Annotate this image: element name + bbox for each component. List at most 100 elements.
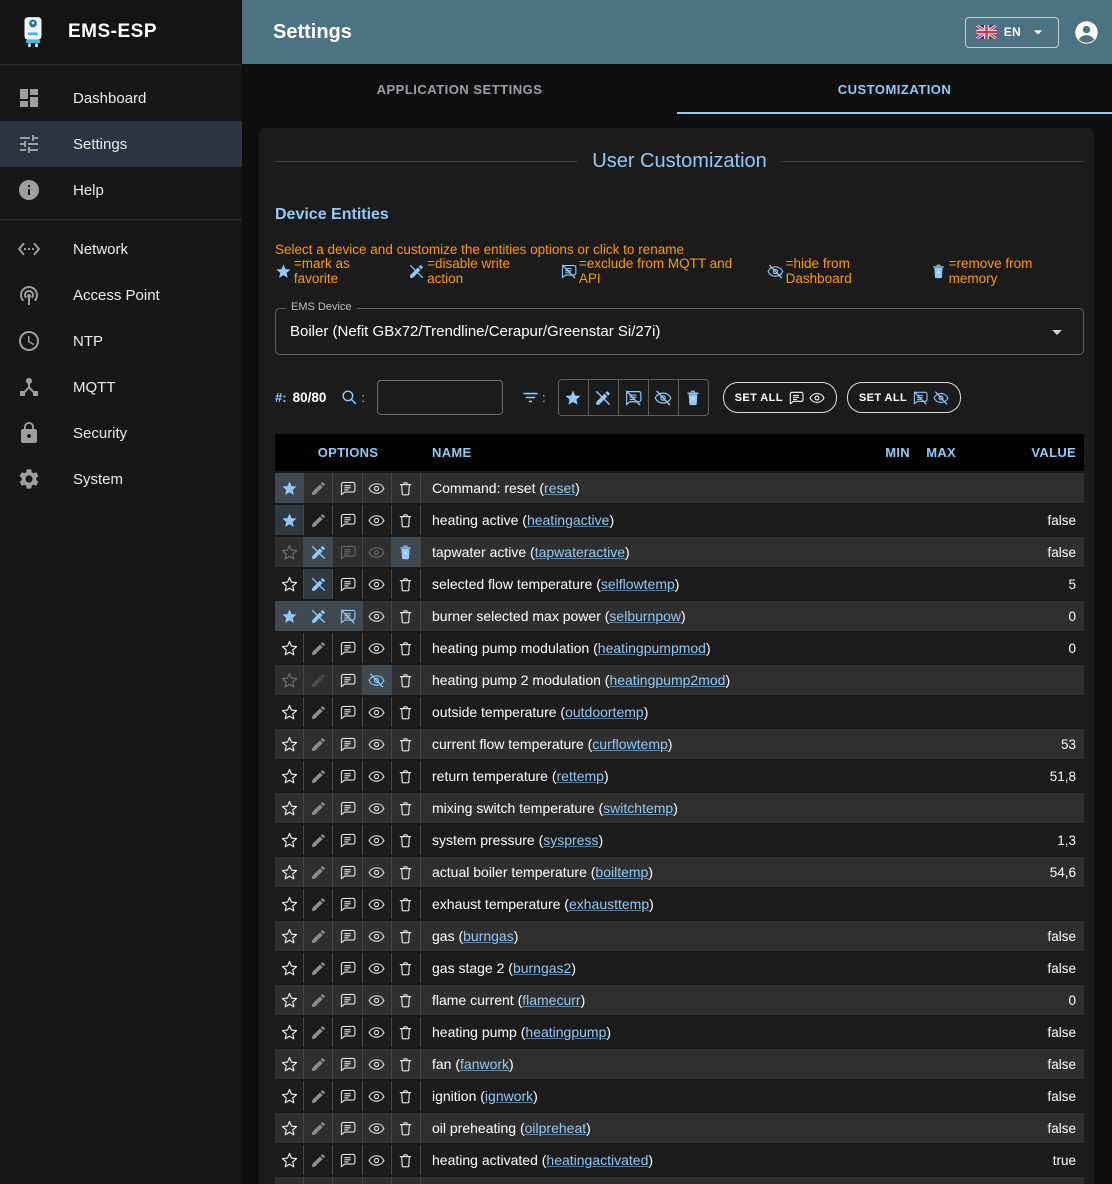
- eye-button[interactable]: [363, 761, 392, 791]
- sidebar-item-mqtt[interactable]: MQTT: [0, 364, 242, 410]
- comment-button[interactable]: [333, 633, 362, 663]
- entity-code-link[interactable]: tapwateractive: [535, 544, 625, 560]
- eye-button[interactable]: [363, 697, 392, 727]
- pencil-button[interactable]: [304, 921, 333, 951]
- comment-button[interactable]: [333, 985, 362, 1015]
- delete-button[interactable]: [392, 1017, 421, 1047]
- edit-off-button[interactable]: [304, 601, 333, 631]
- star-o-button[interactable]: [275, 985, 304, 1015]
- eye-button[interactable]: [363, 857, 392, 887]
- filter-star-toggle[interactable]: [559, 380, 589, 415]
- entity-code-link[interactable]: heatingactive: [527, 512, 610, 528]
- star-button[interactable]: [275, 473, 304, 503]
- star-o-button[interactable]: [275, 1049, 304, 1079]
- entity-code-link[interactable]: burngas2: [513, 960, 571, 976]
- edit-off-button[interactable]: [304, 569, 333, 599]
- star-o-button[interactable]: [275, 889, 304, 919]
- tab-application-settings[interactable]: APPLICATION SETTINGS: [242, 64, 677, 114]
- comment-off-button[interactable]: [333, 601, 362, 631]
- eye-button[interactable]: [363, 793, 392, 823]
- eye-button[interactable]: [363, 921, 392, 951]
- comment-button[interactable]: [333, 761, 362, 791]
- star-o-button[interactable]: [275, 697, 304, 727]
- entity-code-link[interactable]: selflowtemp: [601, 576, 675, 592]
- eye-button[interactable]: [363, 633, 392, 663]
- delete-button[interactable]: [392, 985, 421, 1015]
- comment-button[interactable]: [333, 889, 362, 919]
- comment-button[interactable]: [333, 569, 362, 599]
- delete-fill-button[interactable]: [392, 537, 421, 567]
- account-icon[interactable]: [1073, 19, 1100, 46]
- set-all-button-2[interactable]: SET ALL: [847, 382, 961, 413]
- star-o-button[interactable]: [275, 537, 304, 567]
- star-button[interactable]: [275, 601, 304, 631]
- delete-button[interactable]: [392, 569, 421, 599]
- sidebar-item-ntp[interactable]: NTP: [0, 318, 242, 364]
- delete-button[interactable]: [392, 473, 421, 503]
- comment-button[interactable]: [333, 729, 362, 759]
- sidebar-item-access-point[interactable]: Access Point: [0, 272, 242, 318]
- entity-code-link[interactable]: rettemp: [557, 768, 604, 784]
- comment-button[interactable]: [333, 1081, 362, 1111]
- comment-button[interactable]: [333, 1113, 362, 1143]
- pencil-button[interactable]: [304, 1113, 333, 1143]
- eye-button[interactable]: [363, 1081, 392, 1111]
- entity-code-link[interactable]: burngas: [463, 928, 514, 944]
- entity-code-link[interactable]: exhausttemp: [569, 896, 649, 912]
- entity-code-link[interactable]: ignwork: [485, 1088, 533, 1104]
- pencil-button[interactable]: [304, 793, 333, 823]
- entity-code-link[interactable]: selburnpow: [609, 608, 681, 624]
- eye-button[interactable]: [363, 1113, 392, 1143]
- edit-off-button[interactable]: [304, 537, 333, 567]
- eye-button[interactable]: [363, 537, 392, 567]
- delete-button[interactable]: [392, 601, 421, 631]
- entity-code-link[interactable]: reset: [544, 480, 575, 496]
- pencil-button[interactable]: [304, 697, 333, 727]
- delete-button[interactable]: [392, 1177, 421, 1184]
- sidebar-item-help[interactable]: Help: [0, 167, 242, 213]
- search-input[interactable]: [377, 380, 503, 415]
- star-o-button[interactable]: [275, 569, 304, 599]
- pencil-button[interactable]: [304, 953, 333, 983]
- filter-eye-off-toggle[interactable]: [649, 380, 679, 415]
- filter-comment-off-toggle[interactable]: [619, 380, 649, 415]
- star-o-button[interactable]: [275, 729, 304, 759]
- pencil-button[interactable]: [304, 665, 333, 695]
- pencil-button[interactable]: [304, 729, 333, 759]
- delete-button[interactable]: [392, 1145, 421, 1175]
- comment-button[interactable]: [333, 505, 362, 535]
- star-o-button[interactable]: [275, 633, 304, 663]
- filter-delete-fill-toggle[interactable]: [679, 380, 708, 415]
- delete-button[interactable]: [392, 505, 421, 535]
- pencil-button[interactable]: [304, 633, 333, 663]
- entity-code-link[interactable]: heatingpumpmod: [598, 640, 706, 656]
- entity-code-link[interactable]: outdoortemp: [565, 704, 644, 720]
- comment-button[interactable]: [333, 825, 362, 855]
- pencil-button[interactable]: [304, 1145, 333, 1175]
- comment-button[interactable]: [333, 537, 362, 567]
- pencil-button[interactable]: [304, 1177, 333, 1184]
- comment-button[interactable]: [333, 793, 362, 823]
- eye-button[interactable]: [363, 889, 392, 919]
- entity-code-link[interactable]: syspress: [543, 832, 598, 848]
- star-o-button[interactable]: [275, 825, 304, 855]
- delete-button[interactable]: [392, 1049, 421, 1079]
- comment-button[interactable]: [333, 857, 362, 887]
- sidebar-item-dashboard[interactable]: Dashboard: [0, 75, 242, 121]
- comment-button[interactable]: [333, 1145, 362, 1175]
- entity-code-link[interactable]: heatingpump2mod: [609, 672, 725, 688]
- delete-button[interactable]: [392, 633, 421, 663]
- eye-button[interactable]: [363, 1145, 392, 1175]
- comment-button[interactable]: [333, 697, 362, 727]
- filter-edit-off-toggle[interactable]: [589, 380, 619, 415]
- entity-code-link[interactable]: fanwork: [460, 1056, 509, 1072]
- star-o-button[interactable]: [275, 1113, 304, 1143]
- sidebar-item-security[interactable]: Security: [0, 410, 242, 456]
- eye-button[interactable]: [363, 505, 392, 535]
- entity-code-link[interactable]: switchtemp: [603, 800, 673, 816]
- comment-button[interactable]: [333, 1017, 362, 1047]
- pencil-button[interactable]: [304, 857, 333, 887]
- delete-button[interactable]: [392, 889, 421, 919]
- comment-button[interactable]: [333, 1177, 362, 1184]
- star-o-button[interactable]: [275, 793, 304, 823]
